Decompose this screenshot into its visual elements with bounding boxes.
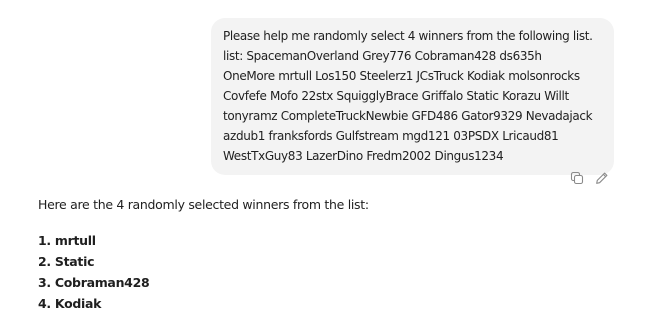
winner-item: 2. Static: [38, 254, 95, 269]
edit-button[interactable]: [594, 170, 609, 185]
chat-conversation: Please help me randomly select 4 winners…: [0, 0, 665, 318]
user-message-line: tonyramz CompleteTruckNewbie GFD486 Gato…: [223, 109, 593, 123]
copy-button[interactable]: [569, 170, 584, 185]
user-message-line: Please help me randomly select 4 winners…: [223, 29, 593, 43]
assistant-intro-text: Here are the 4 randomly selected winners…: [38, 197, 369, 212]
winner-item: 3. Cobraman428: [38, 275, 150, 290]
copy-icon: [570, 171, 583, 184]
edit-pencil-icon: [595, 172, 607, 184]
winners-list: 1. mrtull 2. Static 3. Cobraman428 4. Ko…: [38, 230, 638, 314]
winner-item: 4. Kodiak: [38, 296, 102, 311]
assistant-message: Here are the 4 randomly selected winners…: [38, 196, 638, 314]
winner-item: 1. mrtull: [38, 233, 96, 248]
user-message-line: WestTxGuy83 LazerDino Fredm2002 Dingus12…: [223, 149, 504, 163]
user-message-actions: [569, 170, 609, 185]
user-message-line: list: SpacemanOverland Grey776 Cobraman4…: [223, 49, 542, 63]
user-message-line: Covfefe Mofo 22stx SquigglyBrace Griffal…: [223, 89, 569, 103]
user-message-line: OneMore mrtull Los150 Steelerz1 JCsTruck…: [223, 69, 580, 83]
user-message-bubble: Please help me randomly select 4 winners…: [211, 18, 614, 175]
user-message-line: azdub1 franksfords Gulfstream mgd121 03P…: [223, 129, 559, 143]
